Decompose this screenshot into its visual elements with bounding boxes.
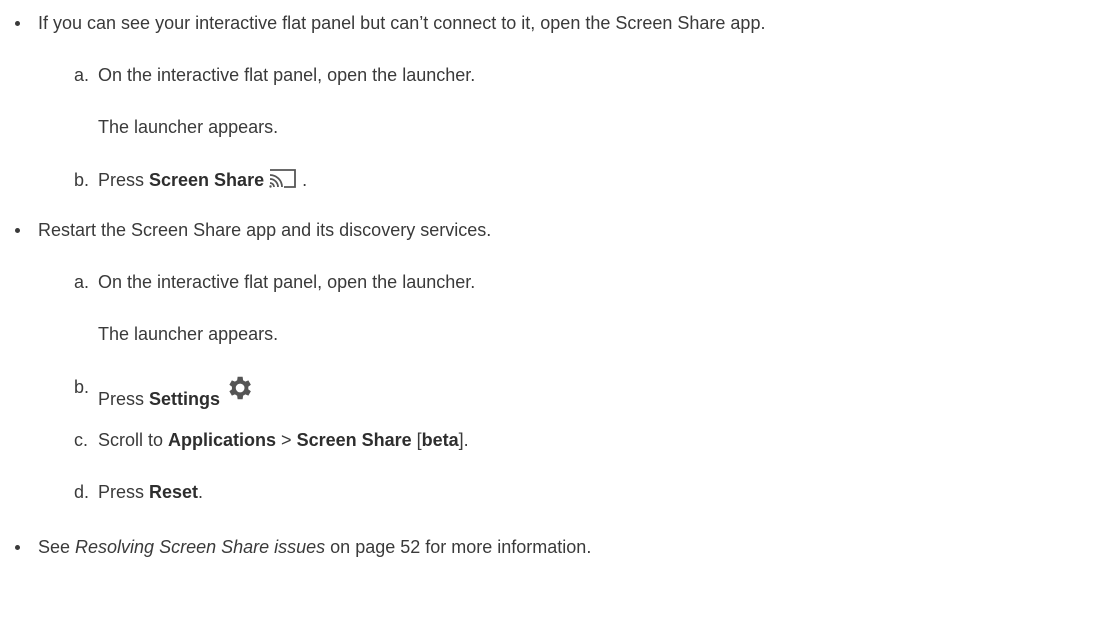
screen-share-cast-icon bbox=[268, 166, 302, 196]
step-text: On the interactive flat panel, open the … bbox=[98, 65, 476, 85]
step-prefix: Press bbox=[98, 482, 150, 502]
ui-term: Settings bbox=[149, 389, 221, 409]
ui-term: Applications bbox=[168, 430, 277, 450]
step-marker: b. bbox=[74, 170, 90, 190]
step-suffix: . bbox=[302, 170, 308, 190]
list-item: Restart the Screen Share app and its dis… bbox=[38, 220, 492, 240]
step-marker: b. bbox=[74, 377, 90, 397]
step-marker: d. bbox=[74, 482, 90, 502]
step-prefix: Scroll to bbox=[98, 430, 169, 450]
step-marker: c. bbox=[74, 430, 89, 450]
step-result: The launcher appears. bbox=[98, 324, 279, 344]
list-item: If you can see your interactive flat pan… bbox=[38, 13, 766, 33]
bracket-open: [ bbox=[411, 430, 422, 450]
step-result: The launcher appears. bbox=[98, 117, 279, 137]
gear-icon bbox=[224, 373, 254, 409]
step-marker: a. bbox=[74, 272, 90, 292]
ui-term: beta bbox=[421, 430, 459, 450]
bullet-3 bbox=[15, 545, 20, 550]
step-text: Press Screen Share . bbox=[98, 166, 307, 196]
separator: > bbox=[276, 430, 297, 450]
step-text: Press Settings bbox=[98, 373, 254, 411]
step-suffix: ]. bbox=[458, 430, 469, 450]
ui-term: Reset bbox=[149, 482, 199, 502]
step-prefix: Press bbox=[98, 170, 150, 190]
step-text: Scroll to Applications > Screen Share [b… bbox=[98, 428, 469, 452]
ui-term: Screen Share bbox=[149, 170, 265, 190]
bullet-1 bbox=[15, 21, 20, 26]
step-suffix: . bbox=[198, 482, 204, 502]
cross-reference-link[interactable]: Resolving Screen Share issues bbox=[75, 537, 325, 557]
step-text: On the interactive flat panel, open the … bbox=[98, 272, 476, 292]
step-marker: a. bbox=[74, 65, 90, 85]
bullet-2 bbox=[15, 228, 20, 233]
item-suffix: on page 52 for more information. bbox=[325, 537, 592, 557]
step-prefix: Press bbox=[98, 389, 150, 409]
list-item: See Resolving Screen Share issues on pag… bbox=[38, 535, 591, 559]
step-text: Press Reset. bbox=[98, 480, 203, 504]
ui-term: Screen Share bbox=[296, 430, 412, 450]
item-prefix: See bbox=[38, 537, 76, 557]
